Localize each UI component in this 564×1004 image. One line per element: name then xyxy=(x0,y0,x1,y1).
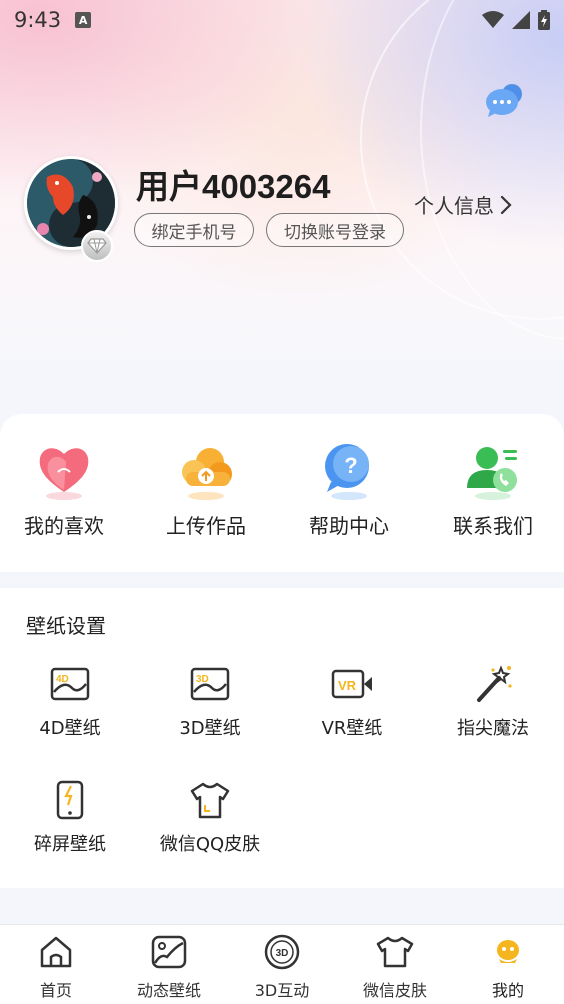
nav-mine[interactable]: 我的 xyxy=(452,933,564,1001)
message-button[interactable] xyxy=(484,82,524,118)
tshirt-icon xyxy=(188,778,232,822)
broken-screen-icon xyxy=(48,778,92,822)
battery-icon xyxy=(538,10,550,30)
status-time: 9:43 xyxy=(14,8,62,32)
wallpaper-settings-card: 壁纸设置 4D 4D壁纸 3D 3D壁纸 VR VR壁纸 指尖魔法 碎屏壁纸 微… xyxy=(0,588,564,888)
tshirt-icon xyxy=(376,933,414,971)
switch-account-button[interactable]: 切换账号登录 xyxy=(266,213,404,247)
nav-home[interactable]: 首页 xyxy=(0,933,112,1001)
nav-label: 3D互动 xyxy=(254,981,310,1000)
wifi-icon xyxy=(482,11,504,28)
bind-phone-button[interactable]: 绑定手机号 xyxy=(134,213,254,247)
section-title: 壁纸设置 xyxy=(26,614,106,638)
4d-wallpaper-icon: 4D xyxy=(48,662,92,706)
setting-vr-wallpaper[interactable]: VR VR壁纸 xyxy=(282,662,422,740)
svg-text:4D: 4D xyxy=(56,674,69,685)
setting-label: VR壁纸 xyxy=(321,718,383,739)
nav-3d-interact[interactable]: 3D 3D互动 xyxy=(226,933,338,1001)
quick-action-label: 上传作品 xyxy=(166,514,246,538)
setting-label: 3D壁纸 xyxy=(179,718,241,739)
diamond-icon xyxy=(87,238,107,254)
quick-action-label: 帮助中心 xyxy=(309,514,389,538)
dynamic-wallpaper-icon xyxy=(150,933,188,971)
setting-label: 微信QQ皮肤 xyxy=(159,834,261,855)
nav-dynamic-wallpaper[interactable]: 动态壁纸 xyxy=(113,933,225,1001)
upload-cloud-icon xyxy=(174,438,238,502)
home-icon xyxy=(37,933,75,971)
3d-wallpaper-icon: 3D xyxy=(188,662,232,706)
mine-avatar-icon xyxy=(489,933,527,971)
vip-badge xyxy=(81,230,113,262)
quick-action-upload[interactable]: 上传作品 xyxy=(136,438,276,558)
profile-info-link[interactable]: 个人信息 xyxy=(414,190,512,219)
quick-action-favorites[interactable]: 我的喜欢 xyxy=(0,438,134,558)
svg-text:VR: VR xyxy=(338,678,357,693)
contact-phone-icon xyxy=(461,438,525,502)
setting-label: 碎屏壁纸 xyxy=(34,834,106,855)
heart-icon xyxy=(32,438,96,502)
nav-label: 首页 xyxy=(39,981,72,1000)
nav-label: 我的 xyxy=(491,981,524,1000)
quick-actions-card: 我的喜欢 上传作品 ? 帮助中心 联系我们 xyxy=(0,414,564,572)
svg-text:3D: 3D xyxy=(276,948,289,959)
bottom-nav: 首页 动态壁纸 3D 3D互动 微信皮肤 我的 xyxy=(0,924,564,1004)
username: 用户4003264 xyxy=(136,168,331,205)
setting-broken-screen[interactable]: 碎屏壁纸 xyxy=(0,778,140,856)
3d-interact-icon: 3D xyxy=(263,933,301,971)
svg-text:3D: 3D xyxy=(196,674,209,685)
signal-icon xyxy=(512,11,530,29)
svg-text:?: ? xyxy=(344,453,357,478)
nav-label: 微信皮肤 xyxy=(362,981,427,1000)
chevron-right-icon xyxy=(500,195,512,214)
setting-fingertip-magic[interactable]: 指尖魔法 xyxy=(423,662,563,740)
nav-wechat-skin[interactable]: 微信皮肤 xyxy=(339,933,451,1001)
status-icons xyxy=(482,10,550,30)
vr-camera-icon: VR xyxy=(330,662,374,706)
quick-action-label: 我的喜欢 xyxy=(24,514,104,538)
help-bubble-icon: ? xyxy=(317,438,381,502)
profile-info-label: 个人信息 xyxy=(414,194,494,218)
setting-3d-wallpaper[interactable]: 3D 3D壁纸 xyxy=(140,662,280,740)
setting-label: 4D壁纸 xyxy=(39,718,101,739)
quick-action-contact[interactable]: 联系我们 xyxy=(423,438,563,558)
setting-4d-wallpaper[interactable]: 4D 4D壁纸 xyxy=(0,662,140,740)
notification-a-icon: A xyxy=(75,12,92,28)
chat-bubble-icon xyxy=(486,84,522,117)
setting-label: 指尖魔法 xyxy=(457,718,529,739)
magic-wand-icon xyxy=(471,662,515,706)
status-bar: 9:43 A xyxy=(0,0,564,40)
quick-action-label: 联系我们 xyxy=(453,514,533,538)
setting-wechat-qq-skin[interactable]: 微信QQ皮肤 xyxy=(140,778,280,856)
nav-label: 动态壁纸 xyxy=(136,981,201,1000)
quick-action-help[interactable]: ? 帮助中心 xyxy=(279,438,419,558)
